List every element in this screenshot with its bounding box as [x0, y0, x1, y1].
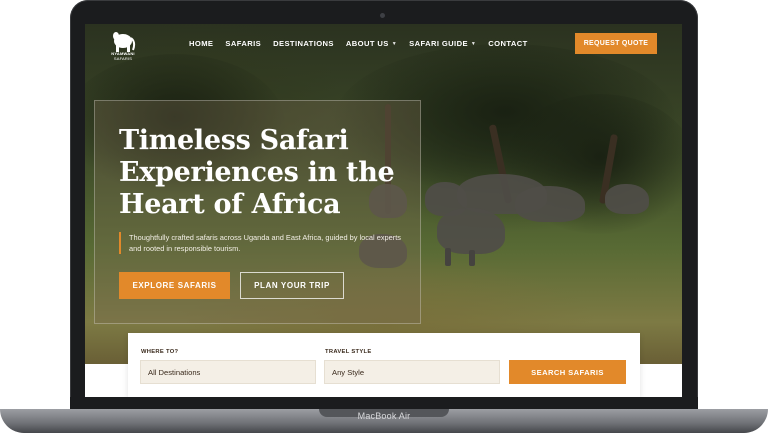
travel-style-label: TRAVEL STYLE	[325, 349, 372, 355]
nav-item-label: ABOUT US	[345, 39, 389, 48]
chevron-down-icon: ▼	[470, 40, 477, 47]
website-screen: NYAMWANI SAFARIS HOME SAFARIS DESTINATIO…	[85, 24, 682, 397]
nav-item-label: SAFARIS	[225, 39, 262, 48]
nav-item-contact[interactable]: CONTACT	[488, 39, 527, 48]
nav-item-safaris[interactable]: SAFARIS	[225, 39, 261, 48]
safari-search-panel: WHERE TO? All Destinations TRAVEL STYLE …	[128, 333, 640, 397]
nav-item-label: HOME	[189, 39, 214, 48]
device-label: MacBook Air	[357, 411, 411, 421]
nav-menu: HOME SAFARIS DESTINATIONS ABOUT US ▼ SAFA…	[189, 39, 540, 48]
nav-item-label: CONTACT	[488, 39, 528, 48]
nav-item-label: DESTINATIONS	[273, 39, 334, 48]
logo-wordmark: NYAMWANI SAFARIS	[99, 51, 147, 61]
elephant	[515, 186, 585, 222]
logo-tagline: SAFARIS	[113, 56, 133, 61]
destination-select[interactable]: All Destinations	[140, 360, 316, 384]
destination-value: All Destinations	[148, 367, 201, 377]
nav-item-home[interactable]: HOME	[189, 39, 213, 48]
hero-card: Timeless Safari Experiences in the Heart…	[94, 100, 421, 324]
elephant-leg	[445, 248, 451, 266]
nav-item-destinations[interactable]: DESTINATIONS	[273, 39, 334, 48]
nav-item-about-us[interactable]: ABOUT US ▼	[346, 39, 397, 48]
chevron-down-icon: ▼	[391, 40, 398, 47]
top-navigation: NYAMWANI SAFARIS HOME SAFARIS DESTINATIO…	[85, 24, 682, 66]
hero-description: Thoughtfully crafted safaris across Ugan…	[119, 232, 409, 254]
elephant-leg	[469, 250, 475, 266]
explore-safaris-button[interactable]: EXPLORE SAFARIS	[119, 272, 230, 299]
travel-style-value: Any Style	[332, 367, 365, 377]
nav-item-safari-guide[interactable]: SAFARI GUIDE ▼	[409, 39, 476, 48]
travel-style-select[interactable]: Any Style	[324, 360, 500, 384]
nav-item-label: SAFARI GUIDE	[409, 39, 468, 48]
destination-label: WHERE TO?	[141, 349, 179, 355]
camera-icon	[380, 13, 385, 18]
hero-title: Timeless Safari Experiences in the Heart…	[119, 125, 395, 220]
elephant	[605, 184, 649, 214]
plan-your-trip-button[interactable]: PLAN YOUR TRIP	[240, 272, 344, 299]
search-safaris-button[interactable]: SEARCH SAFARIS	[509, 360, 626, 384]
request-quote-button[interactable]: REQUEST QUOTE	[575, 33, 657, 54]
